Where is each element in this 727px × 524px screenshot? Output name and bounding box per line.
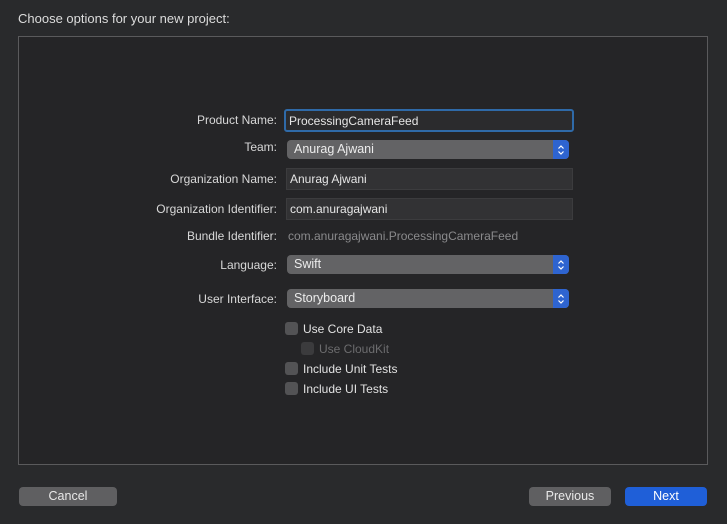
checkbox-box[interactable] [285,322,298,335]
next-button[interactable]: Next [625,487,707,506]
include-unit-tests-checkbox[interactable]: Include Unit Tests [285,361,398,377]
language-row: Language: Swift [0,254,727,276]
use-cloudkit-label: Use CloudKit [319,342,390,356]
checkbox-box[interactable] [285,362,298,375]
chevron-up-down-icon [553,140,569,159]
bundle-identifier-value: com.anuragajwani.ProcessingCameraFeed [288,229,519,243]
team-popup[interactable]: Anurag Ajwani [287,140,569,159]
include-unit-tests-label: Include Unit Tests [303,362,398,376]
user-interface-label: User Interface: [198,292,277,306]
user-interface-popup[interactable]: Storyboard [287,289,569,308]
chevron-up-down-icon [553,289,569,308]
language-popup-value: Swift [294,257,322,271]
organization-identifier-label: Organization Identifier: [156,202,277,216]
organization-name-input[interactable] [286,168,573,190]
user-interface-popup-value: Storyboard [294,291,356,305]
cancel-button[interactable]: Cancel [19,487,117,506]
use-core-data-checkbox[interactable]: Use Core Data [285,321,382,337]
checkbox-box [301,342,314,355]
dialog-heading: Choose options for your new project: [18,11,230,26]
use-cloudkit-checkbox: Use CloudKit [301,341,389,357]
product-name-row: Product Name: [0,109,727,132]
organization-identifier-row: Organization Identifier: [0,198,727,220]
bundle-identifier-label: Bundle Identifier: [186,229,277,243]
product-name-input[interactable] [284,109,574,132]
include-ui-tests-checkbox[interactable]: Include UI Tests [285,381,388,397]
organization-name-row: Organization Name: [0,168,727,190]
use-core-data-label: Use Core Data [303,322,383,336]
chevron-up-down-icon [553,255,569,274]
language-label: Language: [220,258,277,272]
team-row: Team: Anurag Ajwani [0,139,727,161]
team-popup-value: Anurag Ajwani [294,142,374,156]
language-popup[interactable]: Swift [287,255,569,274]
organization-name-label: Organization Name: [170,172,277,186]
options-panel [18,36,708,465]
previous-button[interactable]: Previous [529,487,611,506]
bundle-identifier-row: Bundle Identifier: com.anuragajwani.Proc… [0,225,727,247]
include-ui-tests-label: Include UI Tests [303,382,389,396]
organization-identifier-input[interactable] [286,198,573,220]
team-label: Team: [244,140,277,154]
user-interface-row: User Interface: Storyboard [0,288,727,310]
checkbox-box[interactable] [285,382,298,395]
product-name-label: Product Name: [196,113,277,127]
